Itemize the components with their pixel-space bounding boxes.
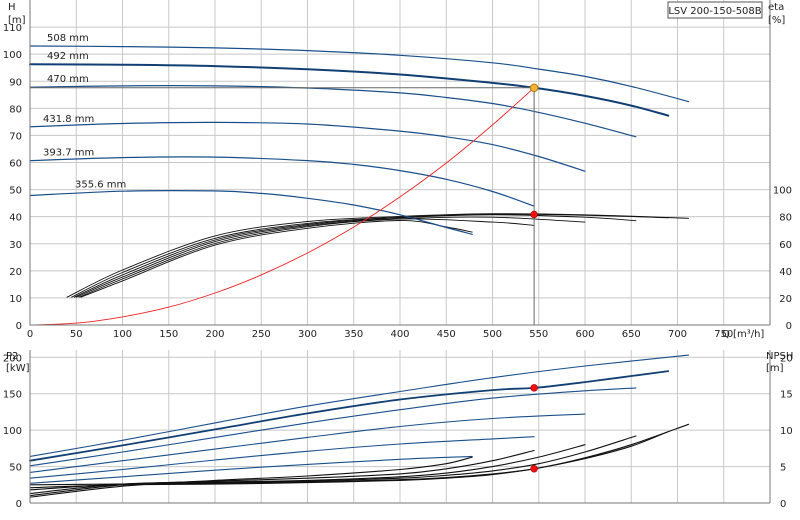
flow-tick-label: 350	[344, 329, 363, 340]
npsh-tick-label: 15	[780, 390, 793, 401]
impeller-diameter-label: 508 mm	[47, 33, 89, 44]
head-tick-label: 60	[9, 159, 22, 170]
power-curve	[29, 387, 637, 467]
pump-performance-chart: LSV 200-150-508B H [m] eta [%] Q [m³/h] …	[3, 0, 793, 510]
head-tick-label: 0	[16, 321, 22, 332]
power-tick-label: 150	[3, 390, 22, 401]
head-tick-label: 90	[9, 77, 22, 88]
head-axis-labels: H [m] eta [%] Q [m³/h]	[8, 2, 785, 340]
npsh-tick-label: 20	[780, 353, 793, 364]
flow-tick-label: 50	[70, 329, 83, 340]
efficiency-point-marker	[530, 210, 538, 219]
impeller-diameter-label: 393.7 mm	[43, 148, 94, 159]
flow-tick-label: 600	[575, 329, 594, 340]
eta-tick-label: 20	[779, 294, 792, 305]
efficiency-curve	[71, 213, 669, 298]
npsh-tick-label: 10	[780, 426, 793, 437]
flow-tick-label: 450	[437, 329, 456, 340]
model-label: LSV 200-150-508B	[668, 6, 761, 17]
flow-tick-label: 150	[159, 329, 178, 340]
flow-tick-label: 700	[668, 329, 687, 340]
flow-tick-label: 300	[298, 329, 317, 340]
head-curve	[29, 190, 473, 235]
head-tick-label: 70	[9, 131, 22, 142]
duty-point-marker	[529, 83, 539, 93]
eta-tick-label: 100	[773, 186, 792, 197]
flow-tick-label: 550	[529, 329, 548, 340]
flow-tick-label: 100	[113, 329, 132, 340]
curves-layer: 508 mm 492 mm 470 mm 431.8 mm 393.7 mm 355.6 …	[29, 33, 690, 498]
flow-tick-label: 200	[205, 329, 224, 340]
power-axis-unit: [kW]	[6, 363, 30, 374]
flow-tick-label: 750	[714, 329, 733, 340]
flow-tick-label: 650	[622, 329, 641, 340]
head-tick-label: 100	[3, 50, 22, 61]
impeller-diameter-label: 355.6 mm	[75, 180, 126, 191]
power-tick-label: 0	[16, 499, 22, 510]
head-tick-label: 80	[9, 104, 22, 115]
eta-tick-label: 40	[779, 267, 792, 278]
head-tick-label: 50	[9, 186, 22, 197]
head-curve	[29, 85, 637, 138]
flow-tick-label: 500	[483, 329, 502, 340]
eta-tick-label: 80	[779, 213, 792, 224]
efficiency-curve	[73, 214, 637, 298]
impeller-diameter-label: 470 mm	[47, 74, 89, 85]
power-point-marker	[530, 384, 538, 392]
npsh-tick-label: 5	[780, 463, 786, 474]
flow-tick-label: 250	[252, 329, 271, 340]
npsh-curve	[29, 456, 473, 498]
power-tick-label: 100	[3, 426, 22, 437]
efficiency-curve	[80, 220, 473, 298]
eta-tick-label: 0	[786, 321, 792, 332]
impeller-diameter-label: 492 mm	[47, 51, 89, 62]
power-tick-label: 50	[9, 463, 22, 474]
power-tick-label: 200	[3, 353, 22, 364]
npsh-axis-unit: [m]	[766, 363, 784, 374]
head-tick-label: 110	[3, 23, 22, 34]
impeller-diameter-label: 431.8 mm	[43, 114, 94, 125]
eta-axis-unit: [%]	[768, 15, 785, 26]
flow-tick-label: 400	[390, 329, 409, 340]
flow-tick-label: 0	[27, 329, 33, 340]
model-label-box: LSV 200-150-508B	[667, 1, 763, 19]
head-panel-grid	[29, 0, 770, 326]
head-axis-label: H	[8, 2, 16, 13]
head-tick-label: 40	[9, 213, 22, 224]
head-tick-label: 20	[9, 267, 22, 278]
npsh-tick-label: 0	[780, 499, 786, 510]
eta-tick-label: 60	[779, 240, 792, 251]
efficiency-curve	[66, 213, 690, 298]
head-tick-label: 30	[9, 240, 22, 251]
efficiency-curve	[75, 216, 586, 298]
head-tick-label: 10	[9, 294, 22, 305]
npsh-point-marker	[530, 465, 538, 473]
